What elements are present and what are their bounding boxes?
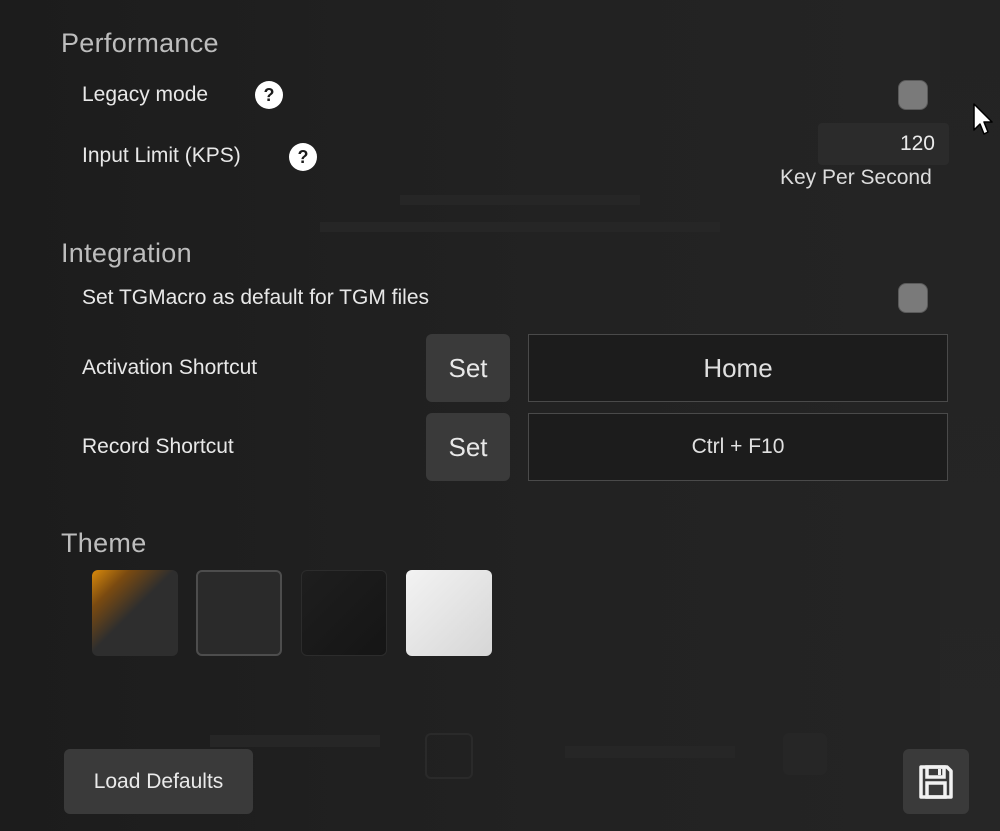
background-ghost-text — [565, 746, 735, 758]
background-ghost-text — [320, 222, 720, 232]
activation-shortcut-field[interactable]: Home — [528, 334, 948, 402]
background-ghost-text — [400, 195, 640, 205]
mouse-cursor-icon — [973, 103, 993, 135]
activation-shortcut-label: Activation Shortcut — [82, 356, 258, 379]
input-limit-label: Input Limit (KPS) — [82, 144, 241, 167]
theme-swatch-light[interactable] — [406, 570, 492, 656]
legacy-mode-checkbox[interactable] — [898, 80, 928, 110]
record-set-button[interactable]: Set — [426, 413, 510, 481]
background-ghost-button — [783, 733, 827, 775]
section-title-performance: Performance — [61, 28, 219, 58]
theme-swatch-orange[interactable] — [92, 570, 178, 656]
floppy-disk-icon — [919, 764, 953, 799]
section-title-theme: Theme — [61, 528, 147, 558]
section-title-integration: Integration — [61, 238, 192, 268]
question-circle-icon[interactable]: ? — [289, 143, 317, 171]
legacy-mode-label: Legacy mode — [82, 83, 209, 106]
default-tgm-checkbox[interactable] — [898, 283, 928, 313]
input-limit-unit: Key Per Second — [780, 166, 932, 189]
background-ghost-button — [425, 733, 473, 779]
theme-swatch-dark-gray[interactable] — [196, 570, 282, 656]
theme-swatch-black[interactable] — [301, 570, 387, 656]
load-defaults-button[interactable]: Load Defaults — [64, 749, 253, 814]
activation-set-button[interactable]: Set — [426, 334, 510, 402]
default-tgm-label: Set TGMacro as default for TGM files — [82, 286, 430, 309]
background-ghost-text — [210, 735, 380, 747]
question-circle-icon[interactable]: ? — [255, 81, 283, 109]
save-button[interactable] — [903, 749, 969, 814]
record-shortcut-label: Record Shortcut — [82, 435, 234, 458]
record-shortcut-field[interactable]: Ctrl + F10 — [528, 413, 948, 481]
input-limit-field[interactable] — [818, 123, 949, 165]
